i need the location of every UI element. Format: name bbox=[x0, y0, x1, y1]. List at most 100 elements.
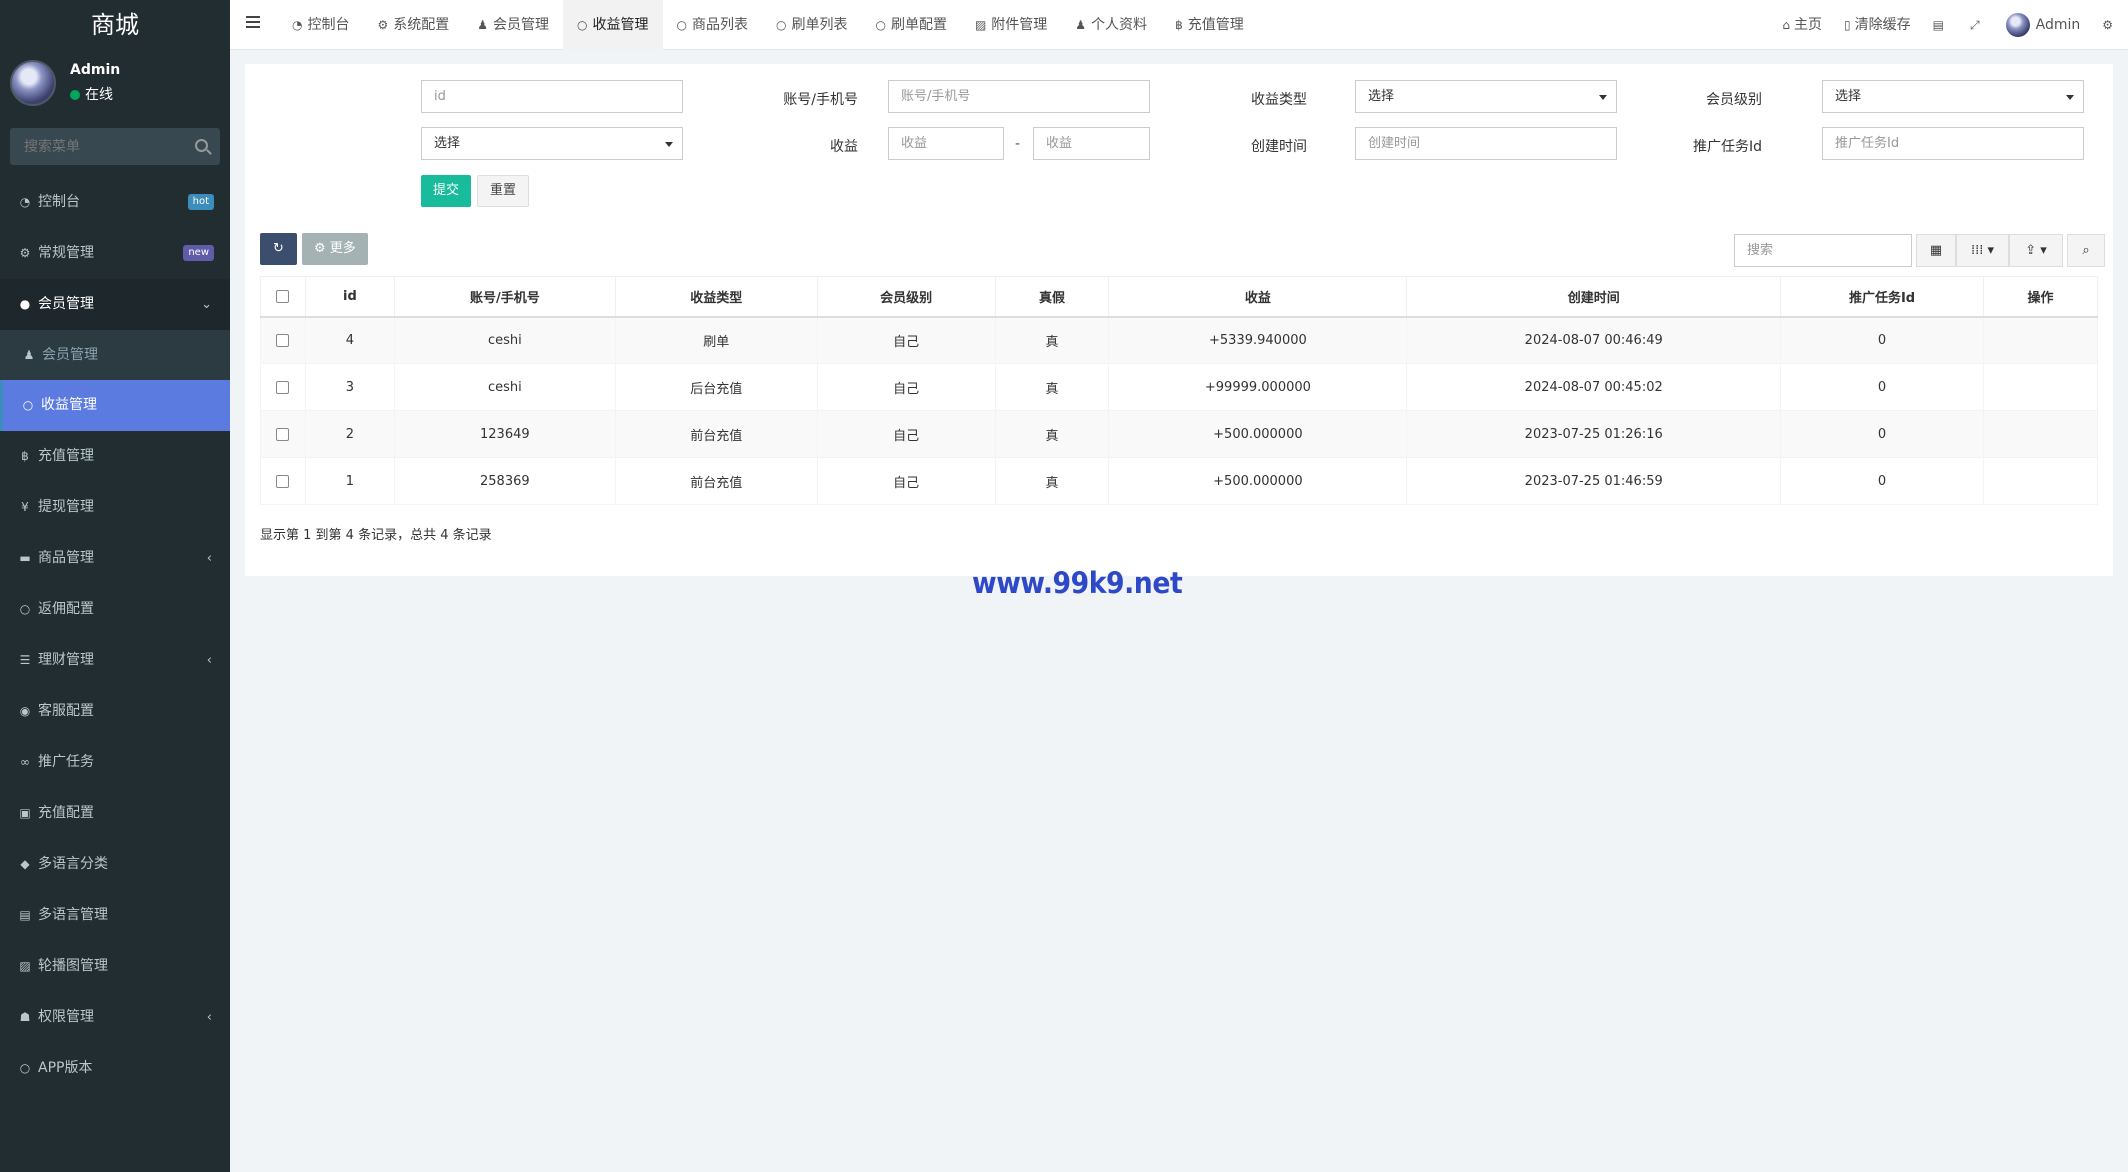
table-search-input[interactable]: 搜索 bbox=[1734, 234, 1912, 267]
cell-id: 4 bbox=[304, 316, 395, 364]
sidebar-item-finance[interactable]: ☰ 理财管理 ‹ bbox=[0, 635, 230, 686]
cell-account: ceshi bbox=[393, 316, 616, 364]
tab-dashboard[interactable]: ◔ 控制台 bbox=[278, 0, 363, 50]
search-icon[interactable] bbox=[195, 139, 208, 152]
row-checkbox[interactable] bbox=[276, 380, 290, 394]
sidebar-item-members[interactable]: ● 会员管理 ⌄ bbox=[0, 279, 230, 330]
table-icon: ▦ bbox=[1929, 243, 1943, 258]
export-button[interactable]: ⇪ ▾ bbox=[2009, 234, 2063, 267]
col-income-type[interactable]: 收益类型 bbox=[614, 276, 818, 318]
fullscreen-button[interactable]: ⤢ bbox=[1959, 0, 1995, 50]
sidebar-search-input[interactable] bbox=[10, 128, 220, 165]
sidebar-item-banner[interactable]: ▨ 轮播图管理 bbox=[0, 941, 230, 992]
id-input[interactable]: id bbox=[421, 80, 683, 113]
home-link[interactable]: ⌂ 主页 bbox=[1771, 0, 1833, 50]
sidebar-item-commission[interactable]: ○ 返佣配置 bbox=[0, 584, 230, 635]
sidebar-subitem-members[interactable]: ♟ 会员管理 bbox=[0, 330, 230, 380]
cell-id: 1 bbox=[304, 457, 395, 505]
table-row[interactable]: 2 123649 前台充值 自己 真 +500.000000 2023-07-2… bbox=[260, 410, 2099, 458]
admin-menu[interactable]: Admin bbox=[1995, 0, 2092, 50]
cell-task-id: 0 bbox=[1780, 316, 1984, 364]
circle-icon: ○ bbox=[577, 18, 588, 32]
created-input[interactable]: 创建时间 bbox=[1355, 127, 1617, 160]
toggle-view-button[interactable]: ▦ bbox=[1916, 234, 1956, 267]
col-account[interactable]: 账号/手机号 bbox=[393, 276, 616, 318]
circle-icon: ○ bbox=[19, 602, 31, 616]
sidebar-item-recharge-config[interactable]: ▣ 充值配置 bbox=[0, 788, 230, 839]
bitcoin-icon: ฿ bbox=[1175, 18, 1183, 32]
circle-icon: ○ bbox=[676, 18, 687, 32]
advanced-search-button[interactable]: ⌕ bbox=[2067, 234, 2105, 267]
level-label: 会员级别 bbox=[1706, 92, 1762, 108]
settings-button[interactable]: ⚙ bbox=[2091, 0, 2128, 50]
col-member-level[interactable]: 会员级别 bbox=[816, 276, 996, 318]
sidebar-item-goods[interactable]: ▬ 商品管理 ‹ bbox=[0, 533, 230, 584]
col-task-id[interactable]: 推广任务Id bbox=[1780, 276, 1984, 318]
level-select[interactable]: 选择 bbox=[1822, 80, 2084, 113]
row-checkbox[interactable] bbox=[276, 427, 290, 441]
chevron-left-icon: ‹ bbox=[206, 653, 212, 668]
sidebar-item-lang-category[interactable]: ◆ 多语言分类 bbox=[0, 839, 230, 890]
cell-task-id: 0 bbox=[1780, 410, 1984, 458]
image-icon: ▨ bbox=[19, 959, 31, 973]
type-select[interactable]: 选择 bbox=[1355, 80, 1617, 113]
tag-icon: ◆ bbox=[20, 857, 30, 871]
tab-system-config[interactable]: ⚙ 系统配置 bbox=[363, 0, 463, 50]
account-input[interactable]: 账号/手机号 bbox=[888, 80, 1150, 113]
chevron-down-icon: ⌄ bbox=[201, 297, 212, 312]
tab-label: 个人资料 bbox=[1091, 17, 1148, 33]
row-checkbox[interactable] bbox=[276, 474, 290, 488]
menu-toggle-icon[interactable] bbox=[246, 16, 260, 28]
more-button[interactable]: ⚙ 更多 bbox=[302, 233, 368, 265]
sidebar-item-withdraw[interactable]: ¥ 提现管理 bbox=[0, 482, 230, 533]
tab-attachments[interactable]: ▨ 附件管理 bbox=[961, 0, 1061, 50]
select-all-checkbox[interactable] bbox=[276, 289, 290, 303]
sidebar-item-recharge[interactable]: ฿ 充值管理 bbox=[0, 431, 230, 482]
sidebar-item-promo-task[interactable]: ∞ 推广任务 bbox=[0, 737, 230, 788]
sidebar-item-permission[interactable]: ☗ 权限管理 ‹ bbox=[0, 992, 230, 1043]
row-checkbox[interactable] bbox=[276, 333, 290, 347]
tab-order-list[interactable]: ○ 刷单列表 bbox=[762, 0, 861, 50]
col-created[interactable]: 创建时间 bbox=[1406, 276, 1782, 318]
account-label: 账号/手机号 bbox=[783, 92, 858, 108]
col-real[interactable]: 真假 bbox=[994, 276, 1110, 318]
table-row[interactable]: 1 258369 前台充值 自己 真 +500.000000 2023-07-2… bbox=[260, 457, 2099, 505]
language-icon: ▤ bbox=[19, 908, 31, 922]
sidebar-item-service[interactable]: ◉ 客服配置 bbox=[0, 686, 230, 737]
submit-button[interactable]: 提交 bbox=[421, 175, 472, 207]
user-icon: ♟ bbox=[23, 348, 35, 362]
cell-task-id: 0 bbox=[1780, 363, 1984, 411]
sidebar-item-income[interactable]: ○ 收益管理 bbox=[0, 380, 230, 431]
tab-goods-list[interactable]: ○ 商品列表 bbox=[663, 0, 762, 50]
tab-recharge[interactable]: ฿ 充值管理 bbox=[1161, 0, 1258, 50]
clear-cache-button[interactable]: ▯ 清除缓存 bbox=[1833, 0, 1922, 50]
refresh-button[interactable]: ↻ bbox=[260, 233, 297, 265]
tab-order-config[interactable]: ○ 刷单配置 bbox=[861, 0, 960, 50]
real-select[interactable]: 选择 bbox=[421, 127, 683, 160]
task-input[interactable]: 推广任务Id bbox=[1822, 127, 2084, 160]
tab-profile[interactable]: ♟ 个人资料 bbox=[1061, 0, 1161, 50]
income-min-input[interactable]: 收益 bbox=[888, 127, 1004, 160]
avatar bbox=[2005, 13, 2030, 37]
table-header-row: id 账号/手机号 收益类型 会员级别 真假 收益 创建时间 推广任务Id 操作 bbox=[260, 276, 2099, 318]
sidebar-item-lang-manage[interactable]: ▤ 多语言管理 bbox=[0, 890, 230, 941]
sidebar-item-app-version[interactable]: ○ APP版本 bbox=[0, 1043, 230, 1094]
sidebar-item-general[interactable]: ⚙ 常规管理 new bbox=[0, 228, 230, 279]
app-logo[interactable]: 商城 bbox=[0, 0, 230, 50]
circle-icon: ○ bbox=[19, 1061, 31, 1075]
col-income[interactable]: 收益 bbox=[1108, 276, 1408, 318]
sidebar-item-label: 充值配置 bbox=[38, 805, 94, 821]
table-row[interactable]: 4 ceshi 刷单 自己 真 +5339.940000 2024-08-07 … bbox=[260, 316, 2099, 364]
col-id[interactable]: id bbox=[304, 276, 395, 318]
language-switch-button[interactable]: ▤ bbox=[1922, 0, 1959, 50]
sidebar-item-label: 提现管理 bbox=[38, 499, 94, 515]
income-max-input[interactable]: 收益 bbox=[1033, 127, 1150, 160]
cell-member-level: 自己 bbox=[816, 363, 996, 411]
tab-income[interactable]: ○ 收益管理 bbox=[563, 0, 663, 50]
columns-button[interactable]: ⁞⁞⁞ ▾ bbox=[1956, 234, 2009, 267]
hot-badge: hot bbox=[187, 194, 214, 210]
sidebar-item-dashboard[interactable]: ◔ 控制台 hot bbox=[0, 177, 230, 228]
tab-members[interactable]: ♟ 会员管理 bbox=[463, 0, 563, 50]
table-row[interactable]: 3 ceshi 后台充值 自己 真 +99999.000000 2024-08-… bbox=[260, 363, 2099, 411]
reset-button[interactable]: 重置 bbox=[477, 175, 530, 207]
